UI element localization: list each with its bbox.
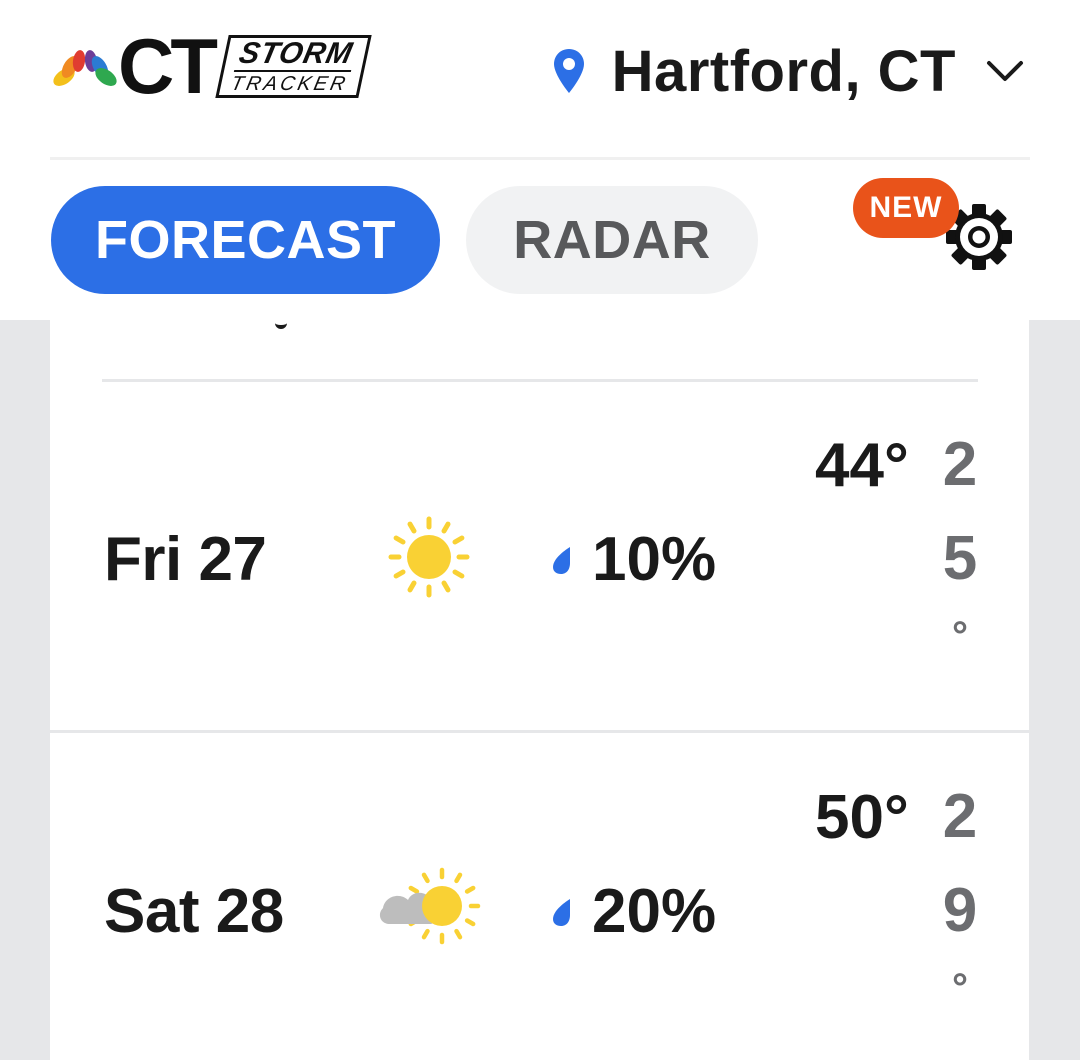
low-temp-degree: ° [952,966,968,1010]
low-temp-degree: ° [952,614,968,658]
tab-forecast[interactable]: FORECAST [51,186,440,294]
precip-value: 20% [592,877,717,946]
partly-cloudy-icon [379,867,481,945]
raindrop-icon [553,898,570,926]
chevron-down-icon[interactable] [986,59,1024,83]
nbc-ct-storm-tracker-logo[interactable]: CT STORM TRACKER [50,22,372,110]
clipped-text-fragment [275,315,287,329]
logo-tracker-text: TRACKER [229,72,351,94]
header-divider [50,157,1030,160]
low-temp: 2 5 ° [940,418,980,666]
sun-icon [388,516,470,598]
raindrop-icon [553,546,570,574]
high-temp: 44° [815,431,909,500]
forecast-day: Sat 28 [104,877,284,946]
row-divider [102,379,978,382]
low-temp-digit: 2 [942,782,978,851]
logo-storm-text: STORM [233,36,358,71]
low-temp-digit: 9 [942,876,978,945]
peacock-icon [53,50,117,86]
app-header: CT STORM TRACKER Hartford, CT FORECAST R… [0,0,1080,320]
precip-value: 10% [592,525,717,594]
new-badge: NEW [853,178,959,238]
precip-chance: 10% [550,524,716,595]
precip-chance: 20% [550,876,716,947]
logo-ct-text: CT [118,22,218,110]
tab-radar[interactable]: RADAR [466,186,758,294]
low-temp: 2 9 ° [940,770,980,1018]
location-pin-icon [553,49,584,93]
low-temp-digit: 5 [942,524,978,593]
location-selector[interactable]: Hartford, CT [552,36,1024,106]
storm-tracker-box: STORM TRACKER [215,34,372,98]
low-temp-digit: 2 [942,430,978,499]
high-temp: 50° [815,783,909,852]
forecast-day: Fri 27 [104,525,267,594]
location-city: Hartford, CT [611,38,956,104]
